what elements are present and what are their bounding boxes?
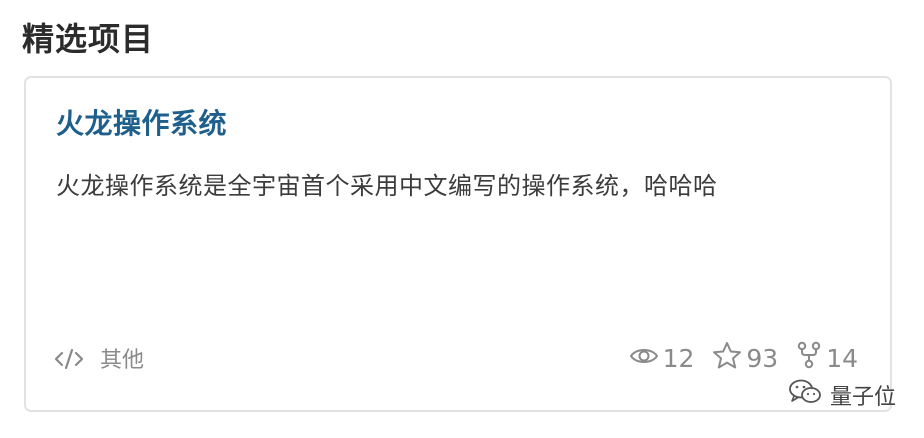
fork-icon xyxy=(796,341,826,376)
watermark: 量子位 xyxy=(788,378,896,412)
eye-icon xyxy=(629,344,663,374)
language-label: 其他 xyxy=(100,348,145,373)
stars-count: 93 xyxy=(746,343,779,373)
code-icon xyxy=(54,347,84,375)
views-count: 12 xyxy=(662,343,695,373)
stars-stat[interactable]: 93 xyxy=(712,341,778,376)
project-stats: 12 93 14 xyxy=(611,341,858,376)
views-stat[interactable]: 12 xyxy=(629,343,695,374)
section-title: 精选项目 xyxy=(22,20,155,58)
forks-count: 14 xyxy=(826,343,858,373)
wechat-icon xyxy=(788,378,830,412)
watermark-text: 量子位 xyxy=(829,385,896,410)
project-description: 火龙操作系统是全宇宙首个采用中文编写的操作系统，哈哈哈 xyxy=(56,172,718,200)
project-title[interactable]: 火龙操作系统 xyxy=(56,102,227,146)
project-language: 其他 xyxy=(54,346,144,376)
forks-stat[interactable]: 14 xyxy=(796,341,858,376)
star-icon xyxy=(712,341,746,376)
project-card[interactable]: 火龙操作系统 火龙操作系统是全宇宙首个采用中文编写的操作系统，哈哈哈 其他 12 xyxy=(24,76,892,412)
